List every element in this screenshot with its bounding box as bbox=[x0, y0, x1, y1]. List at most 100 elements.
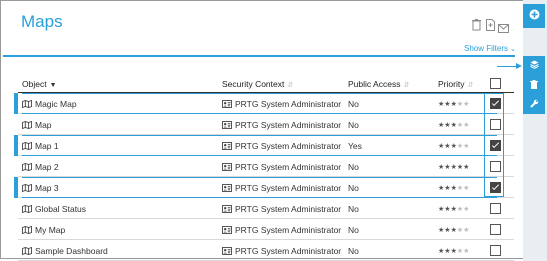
priority-stars[interactable]: ★★★★★ bbox=[438, 163, 469, 171]
object-cell[interactable]: Map 1 bbox=[22, 141, 59, 151]
object-name[interactable]: Global Status bbox=[35, 204, 86, 214]
right-side-rail bbox=[523, 0, 547, 261]
chevron-down-icon: ⌄ bbox=[510, 46, 516, 53]
security-context-cell: PRTG System Administrator bbox=[222, 204, 341, 214]
priority-stars[interactable]: ★★★★★ bbox=[438, 100, 469, 108]
page-title: Maps bbox=[21, 12, 63, 31]
selection-line bbox=[22, 197, 497, 198]
settings-button[interactable] bbox=[529, 99, 539, 109]
layers-button[interactable] bbox=[529, 60, 539, 70]
user-card-icon bbox=[222, 247, 232, 255]
column-object[interactable]: Object ▼ bbox=[22, 79, 57, 89]
user-card-icon bbox=[222, 226, 232, 234]
security-context-value: PRTG System Administrator bbox=[235, 99, 342, 109]
object-name[interactable]: Sample Dashboard bbox=[35, 246, 108, 256]
public-access-value: No bbox=[348, 225, 359, 235]
priority-stars[interactable]: ★★★★★ bbox=[438, 142, 469, 150]
layers-icon bbox=[529, 56, 539, 74]
pointer-arrow-head bbox=[516, 63, 522, 69]
map-icon bbox=[22, 162, 32, 172]
sort-icon: ⇵ bbox=[467, 82, 474, 89]
column-security-context[interactable]: Security Context ⇵ bbox=[222, 79, 293, 89]
column-public-access[interactable]: Public Access ⇵ bbox=[348, 79, 409, 89]
add-button[interactable] bbox=[523, 4, 545, 28]
multi-edit-panel bbox=[523, 56, 545, 114]
column-priority[interactable]: Priority ⇵ bbox=[438, 79, 473, 89]
column-priority-label: Priority bbox=[438, 79, 465, 89]
map-icon bbox=[22, 120, 32, 130]
user-card-icon bbox=[222, 184, 232, 192]
map-icon bbox=[22, 141, 32, 151]
trash-icon bbox=[530, 76, 538, 94]
object-name[interactable]: Map 2 bbox=[35, 162, 59, 172]
user-card-icon bbox=[222, 163, 232, 171]
security-context-cell: PRTG System Administrator bbox=[222, 183, 341, 193]
user-card-icon bbox=[222, 100, 232, 108]
object-cell[interactable]: Magic Map bbox=[22, 99, 77, 109]
table-row[interactable]: My Map PRTG System Administrator No ★★★★★ bbox=[18, 219, 514, 240]
object-name[interactable]: Map 1 bbox=[35, 141, 59, 151]
priority-stars[interactable]: ★★★★★ bbox=[438, 121, 469, 129]
delete-icon[interactable] bbox=[472, 18, 481, 31]
object-cell[interactable]: Sample Dashboard bbox=[22, 246, 108, 256]
select-all-checkbox[interactable] bbox=[490, 78, 501, 89]
selection-line bbox=[22, 155, 497, 156]
public-access-value: Yes bbox=[348, 141, 362, 151]
table-row[interactable]: Map PRTG System Administrator No ★★★★★ bbox=[18, 114, 514, 135]
table-row[interactable]: Magic Map PRTG System Administrator No ★★★★… bbox=[14, 93, 514, 114]
object-name[interactable]: Map bbox=[35, 120, 52, 130]
security-context-cell: PRTG System Administrator bbox=[222, 99, 341, 109]
column-public-access-label: Public Access bbox=[348, 79, 401, 89]
public-access-value: No bbox=[348, 246, 359, 256]
user-card-icon bbox=[222, 205, 232, 213]
map-icon bbox=[22, 204, 32, 214]
security-context-value: PRTG System Administrator bbox=[235, 204, 342, 214]
priority-stars[interactable]: ★★★★★ bbox=[438, 184, 469, 192]
show-filters-toggle[interactable]: Show Filters ⌄ bbox=[464, 44, 516, 53]
email-icon[interactable] bbox=[498, 20, 509, 33]
security-context-value: PRTG System Administrator bbox=[235, 225, 342, 235]
object-cell[interactable]: My Map bbox=[22, 225, 65, 235]
map-icon bbox=[22, 225, 32, 235]
public-access-value: No bbox=[348, 162, 359, 172]
security-context-value: PRTG System Administrator bbox=[235, 246, 342, 256]
user-card-icon bbox=[222, 121, 232, 129]
priority-stars[interactable]: ★★★★★ bbox=[438, 247, 469, 255]
security-context-value: PRTG System Administrator bbox=[235, 141, 342, 151]
table-row[interactable]: Map 3 PRTG System Administrator No ★★★★★ bbox=[14, 177, 514, 198]
map-icon bbox=[22, 183, 32, 193]
row-selected-marker bbox=[14, 177, 18, 198]
object-cell[interactable]: Map bbox=[22, 120, 52, 130]
security-context-value: PRTG System Administrator bbox=[235, 183, 342, 193]
priority-stars[interactable]: ★★★★★ bbox=[438, 226, 469, 234]
show-filters-label: Show Filters bbox=[464, 44, 509, 53]
table-row[interactable]: Map 1 PRTG System Administrator Yes ★★★★★ bbox=[14, 135, 514, 156]
column-security-context-label: Security Context bbox=[222, 79, 285, 89]
object-cell[interactable]: Global Status bbox=[22, 204, 86, 214]
row-checkbox[interactable] bbox=[490, 224, 501, 235]
row-checkbox[interactable] bbox=[490, 245, 501, 256]
security-context-value: PRTG System Administrator bbox=[235, 162, 342, 172]
table-row[interactable]: Map 2 PRTG System Administrator No ★★★★★ bbox=[18, 156, 514, 177]
public-access-value: No bbox=[348, 204, 359, 214]
security-context-cell: PRTG System Administrator bbox=[222, 162, 341, 172]
object-name[interactable]: My Map bbox=[35, 225, 65, 235]
object-cell[interactable]: Map 3 bbox=[22, 183, 59, 193]
security-context-cell: PRTG System Administrator bbox=[222, 120, 341, 130]
public-access-value: No bbox=[348, 183, 359, 193]
priority-stars[interactable]: ★★★★★ bbox=[438, 205, 469, 213]
export-document-icon[interactable] bbox=[486, 18, 495, 31]
object-name[interactable]: Map 3 bbox=[35, 183, 59, 193]
row-selected-marker bbox=[14, 135, 18, 156]
table-row[interactable]: Global Status PRTG System Administrator No… bbox=[18, 198, 514, 219]
map-icon bbox=[22, 246, 32, 256]
object-cell[interactable]: Map 2 bbox=[22, 162, 59, 172]
selection-line bbox=[22, 93, 497, 94]
row-checkbox[interactable] bbox=[490, 203, 501, 214]
security-context-cell: PRTG System Administrator bbox=[222, 141, 341, 151]
table-row[interactable]: Sample Dashboard PRTG System Administrato… bbox=[18, 240, 514, 261]
object-name[interactable]: Magic Map bbox=[35, 99, 77, 109]
column-object-label: Object bbox=[22, 79, 47, 89]
delete-selected-button[interactable] bbox=[529, 80, 539, 90]
title-underline bbox=[3, 55, 515, 57]
